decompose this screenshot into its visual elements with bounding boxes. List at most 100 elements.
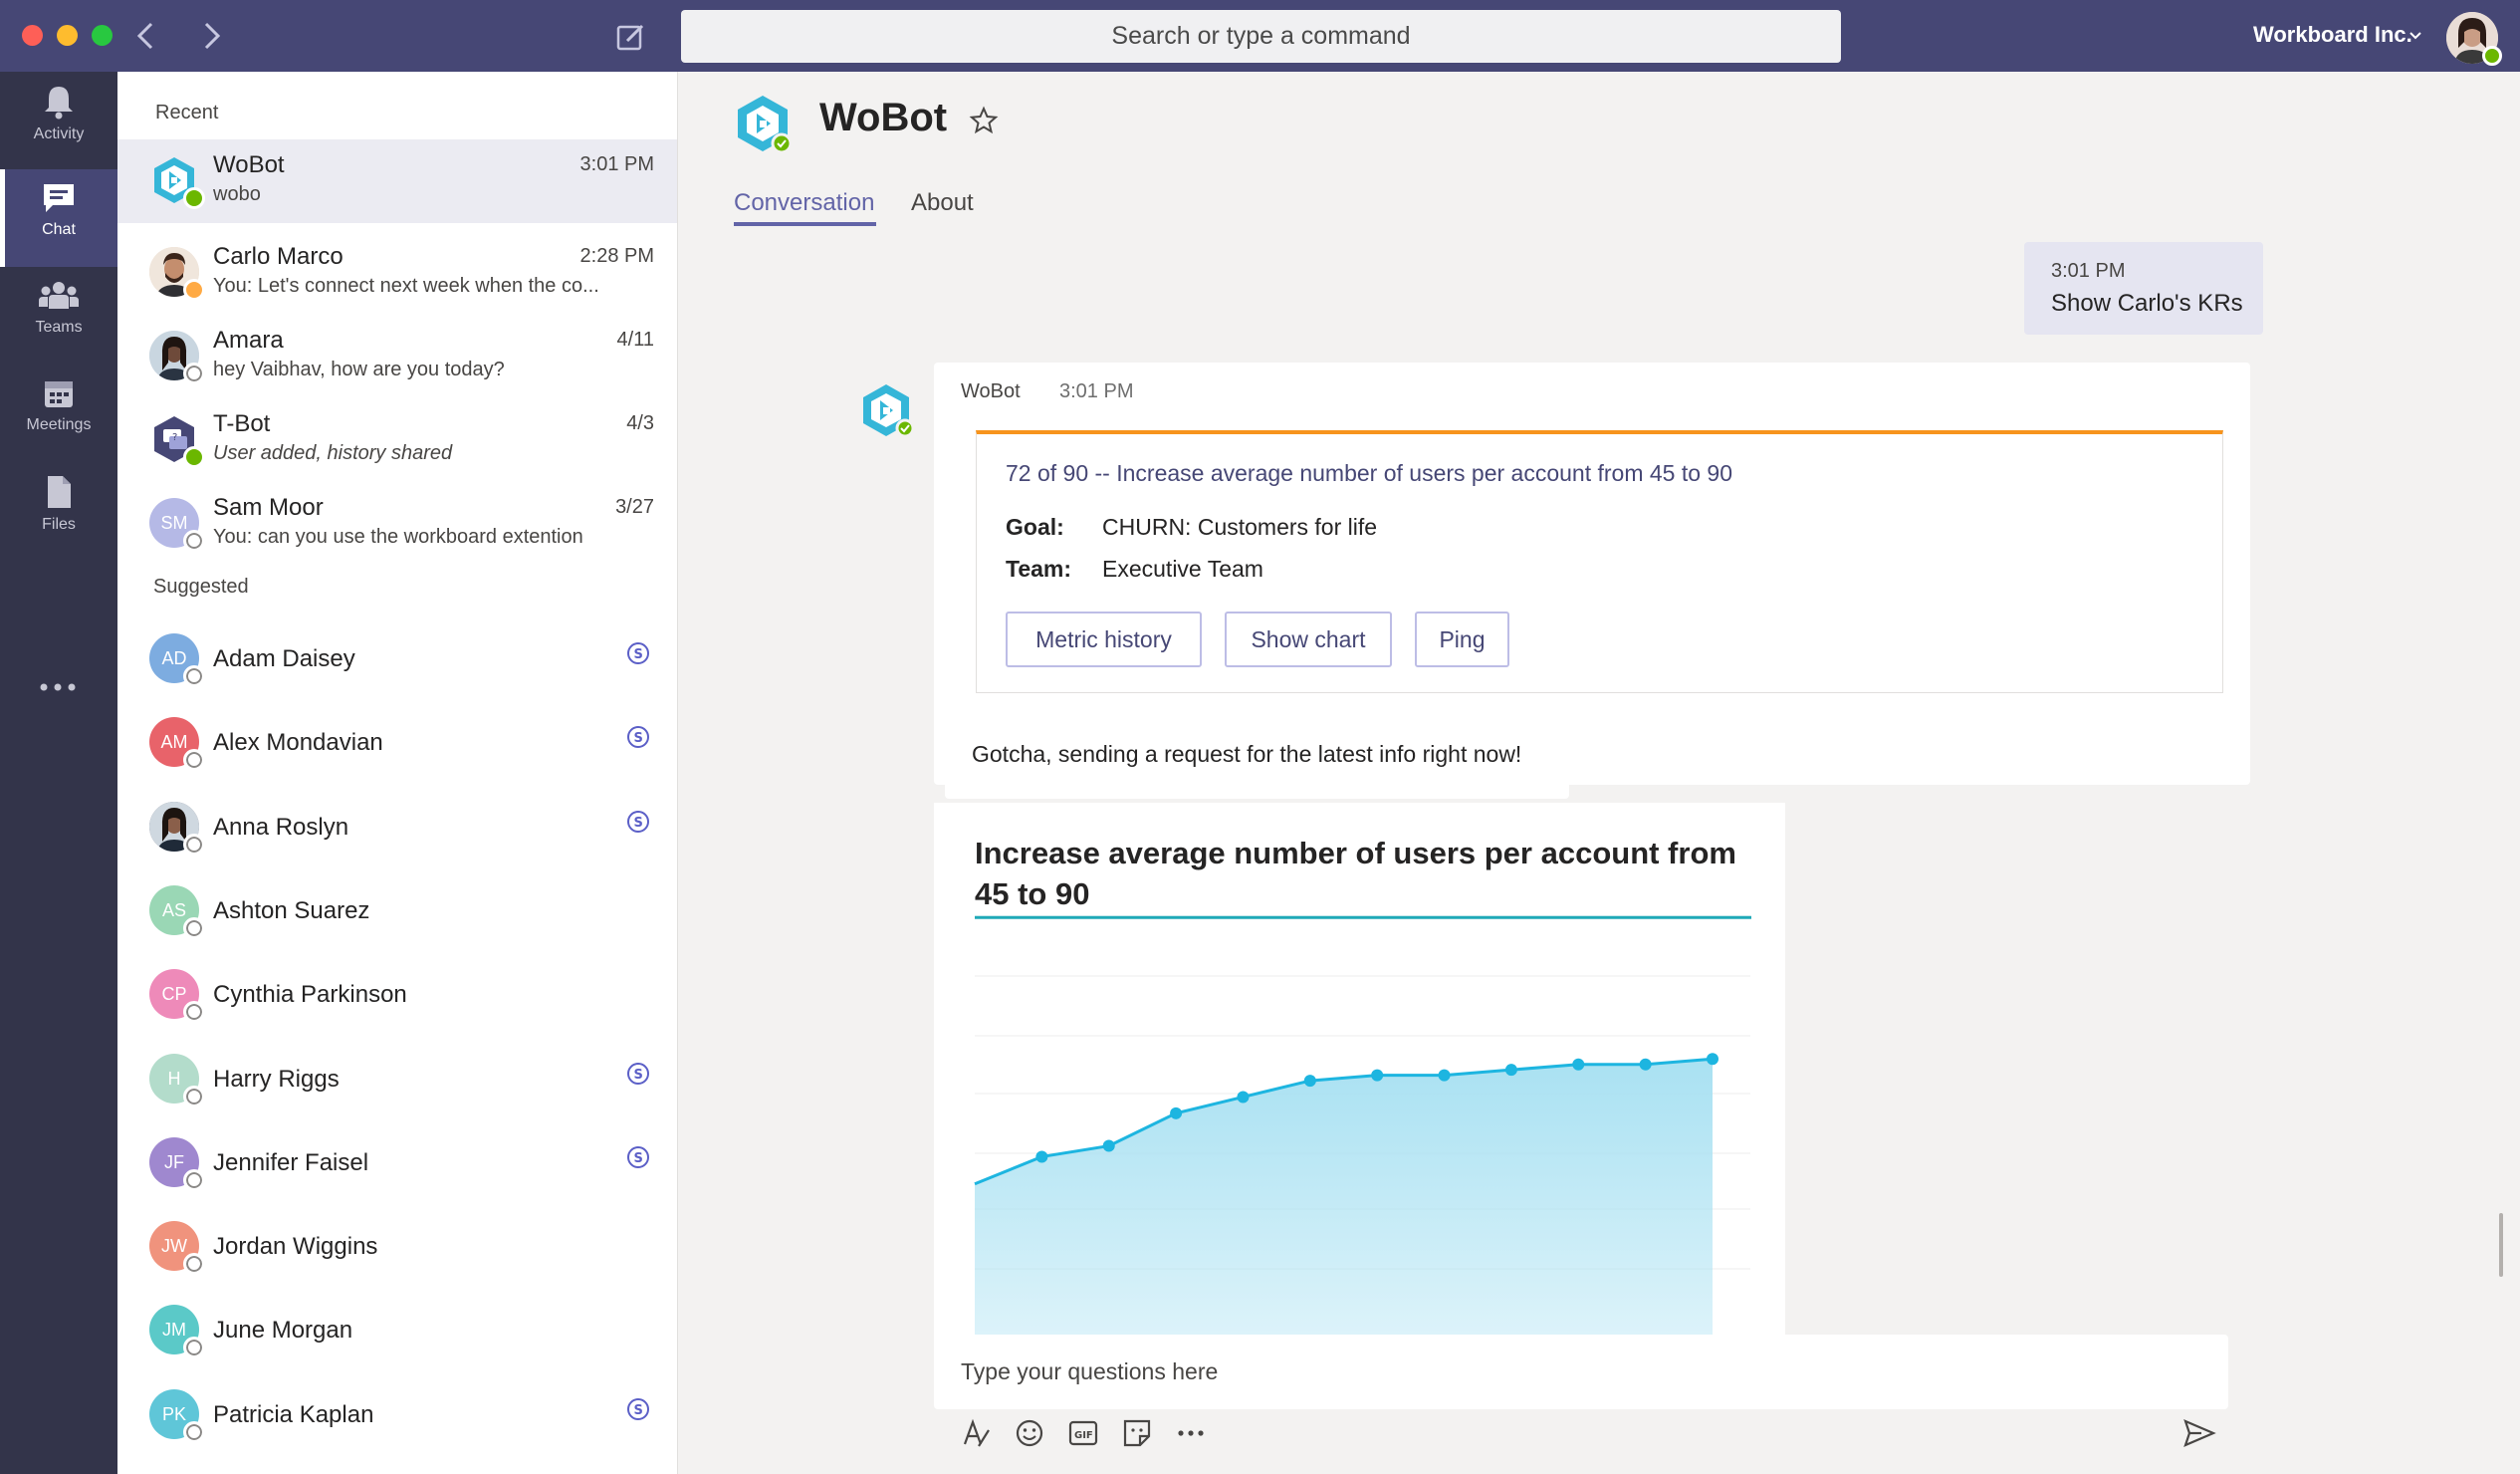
rail-meetings[interactable]: Meetings [0, 365, 117, 462]
avatar [149, 247, 205, 301]
goal-label: Goal: [1006, 514, 1064, 540]
rail-activity[interactable]: Activity [0, 72, 117, 169]
metric-history-button[interactable]: Metric history [1006, 612, 1202, 667]
show-chart-button[interactable]: Show chart [1225, 612, 1392, 667]
chat-name: T-Bot [213, 410, 271, 437]
active-tab-indicator [734, 222, 876, 226]
chat-item-amara[interactable]: Amara hey Vaibhav, how are you today? 4/… [117, 315, 677, 398]
svg-text:GIF: GIF [1074, 1430, 1093, 1441]
more-apps-icon[interactable] [38, 681, 78, 693]
ping-button[interactable]: Ping [1415, 612, 1509, 667]
svg-text:S: S [634, 647, 643, 662]
presence-offline-icon [183, 749, 205, 771]
avatar-initials: AD [161, 648, 187, 668]
file-icon [48, 476, 71, 508]
chat-name: WoBot [213, 151, 285, 178]
emoji-icon[interactable] [1013, 1416, 1046, 1450]
avatar: JW [149, 1221, 205, 1275]
avatar: SM [149, 498, 205, 552]
avatar-initials: H [167, 1069, 181, 1089]
chat-preview: User added, history shared [213, 442, 453, 464]
skype-icon: S [627, 726, 649, 748]
rail-files[interactable]: Files [0, 462, 117, 560]
rail-label: Meetings [26, 416, 92, 433]
back-arrow-icon[interactable] [131, 16, 161, 56]
chevron-down-icon[interactable] [2407, 28, 2423, 44]
chat-preview: hey Vaibhav, how are you today? [213, 359, 505, 380]
suggested-label: Suggested [153, 576, 249, 598]
rail-label: Chat [42, 221, 76, 238]
bell-icon [45, 87, 73, 120]
minimize-window-button[interactable] [57, 25, 78, 46]
skype-icon: S [627, 1063, 649, 1085]
chat-item-sam-moor[interactable]: SM Sam Moor You: can you use the workboa… [117, 482, 677, 566]
suggested-item[interactable]: CP Cynthia Parkinson [117, 953, 677, 1037]
new-chat-icon[interactable] [614, 20, 648, 54]
data-point [1639, 1058, 1652, 1071]
skype-icon: S [627, 811, 649, 833]
avatar-initials: PK [161, 1404, 186, 1424]
format-text-icon[interactable] [959, 1416, 993, 1450]
avatar: AS [149, 885, 205, 939]
sticker-icon[interactable] [1120, 1416, 1154, 1450]
rail-teams[interactable]: Teams [0, 267, 117, 365]
forward-arrow-icon[interactable] [196, 16, 226, 56]
close-window-button[interactable] [22, 25, 43, 46]
data-point [1102, 1139, 1115, 1152]
suggested-item[interactable]: AM Alex Mondavian S [117, 701, 677, 785]
contact-name: Jordan Wiggins [213, 1233, 378, 1260]
suggested-item[interactable]: Anna Roslyn S [117, 786, 677, 869]
contact-name: Alex Mondavian [213, 729, 383, 756]
page-title: WoBot [819, 96, 948, 139]
chat-item-carlo-marco[interactable]: Carlo Marco You: Let's connect next week… [117, 231, 677, 315]
chat-preview: You: Let's connect next week when the co… [213, 275, 599, 297]
svg-text:S: S [634, 1068, 643, 1083]
contact-name: Patricia Kaplan [213, 1401, 374, 1428]
kr-card: 72 of 90 -- Increase average number of u… [976, 430, 2223, 693]
svg-text:S: S [634, 731, 643, 746]
avatar: PK [149, 1389, 205, 1443]
message-text: Show Carlo's KRs [2051, 290, 2243, 317]
avatar: AD [149, 633, 205, 687]
tab-conversation[interactable]: Conversation [734, 189, 874, 217]
contact-name: June Morgan [213, 1317, 353, 1344]
suggested-item[interactable]: H Harry Riggs S [117, 1038, 677, 1121]
suggested-item[interactable]: PK Patricia Kaplan S [117, 1373, 677, 1457]
presence-offline-icon [183, 530, 205, 552]
suggested-item[interactable]: AS Ashton Suarez [117, 869, 677, 953]
presence-offline-icon [183, 917, 205, 939]
conversation-pane: WoBot Conversation About 3:01 PM Show Ca… [678, 72, 2520, 1474]
send-icon[interactable] [2181, 1416, 2217, 1450]
suggested-item[interactable]: JM June Morgan [117, 1289, 677, 1372]
rail-chat[interactable]: Chat [0, 169, 117, 267]
message-time: 3:01 PM [1059, 380, 1134, 402]
gif-icon[interactable]: GIF [1066, 1416, 1100, 1450]
presence-away-icon [183, 279, 205, 301]
avatar-initials: JM [162, 1320, 186, 1340]
contact-name: Ashton Suarez [213, 897, 370, 924]
chat-item-t-bot[interactable]: ? T-Bot User added, history shared 4/3 [117, 398, 677, 482]
suggested-item[interactable]: JF Jennifer Faisel S [117, 1121, 677, 1205]
chat-list: Recent WoBot wobo 3:01 PM Carlo Marco Yo… [117, 72, 678, 1474]
message-compose-input[interactable]: Type your questions here [934, 1335, 2228, 1409]
kr-title-link[interactable]: 72 of 90 -- Increase average number of u… [1006, 460, 1732, 487]
chat-name: Sam Moor [213, 494, 324, 521]
favorite-star-icon[interactable] [969, 106, 999, 135]
suggested-item[interactable]: JW Jordan Wiggins [117, 1205, 677, 1289]
chat-item-wobot[interactable]: WoBot wobo 3:01 PM [117, 139, 677, 223]
org-switcher[interactable]: Workboard Inc. [2253, 22, 2412, 48]
title-bar: Search or type a command Workboard Inc. [0, 0, 2520, 72]
chat-icon [44, 184, 74, 212]
search-input[interactable]: Search or type a command [681, 10, 1841, 63]
tab-about[interactable]: About [911, 189, 974, 217]
rail-label: Files [42, 516, 76, 533]
maximize-window-button[interactable] [92, 25, 113, 46]
suggested-item[interactable]: AD Adam Daisey S [117, 617, 677, 701]
more-options-icon[interactable] [1174, 1416, 1208, 1450]
scrollbar-thumb[interactable] [2499, 1213, 2503, 1277]
area-fill [975, 1059, 1713, 1360]
avatar [149, 802, 205, 856]
chat-preview: You: can you use the workboard extention [213, 526, 583, 548]
skype-icon: S [627, 1146, 649, 1168]
avatar: ? [149, 414, 205, 468]
